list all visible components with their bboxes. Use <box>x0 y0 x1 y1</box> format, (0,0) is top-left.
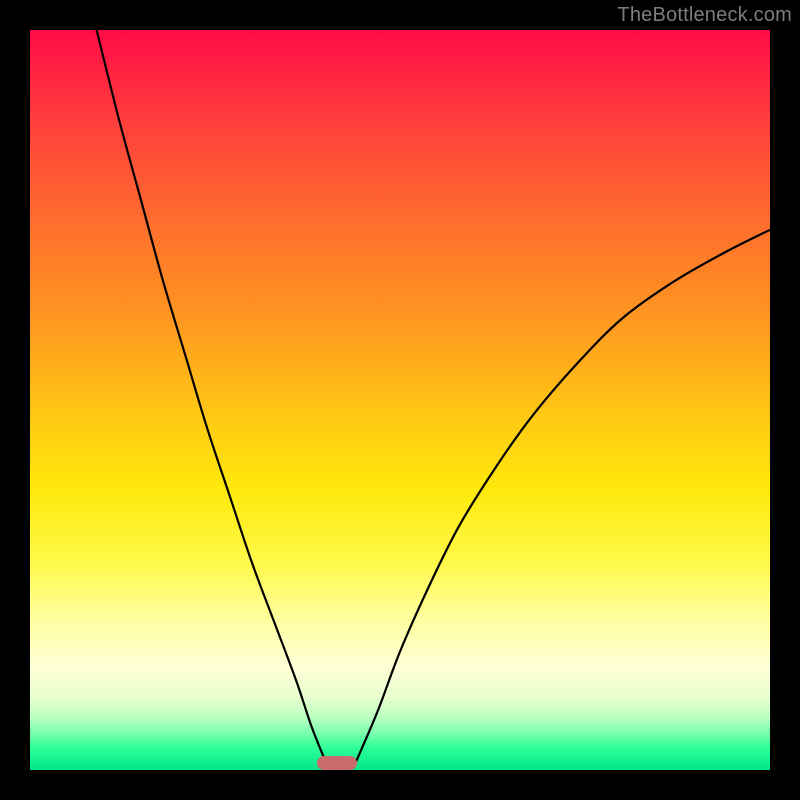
watermark-text: TheBottleneck.com <box>617 4 792 27</box>
curve-left-branch <box>97 30 326 763</box>
bottleneck-curve <box>30 30 770 770</box>
plot-area <box>30 30 770 770</box>
chart-frame: TheBottleneck.com <box>0 0 800 800</box>
optimal-range-marker <box>317 756 358 770</box>
curve-right-branch <box>356 230 770 763</box>
